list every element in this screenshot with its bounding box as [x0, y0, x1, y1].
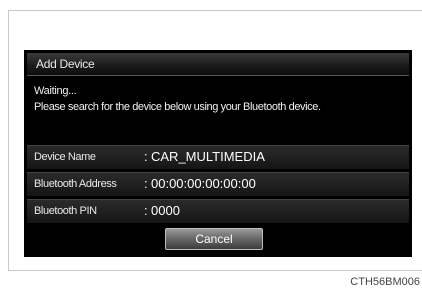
add-device-dialog: Add Device Waiting... Please search for …: [24, 50, 412, 257]
figure-code: CTH56BM006: [350, 276, 420, 288]
bluetooth-address-colon: :: [144, 176, 148, 191]
device-name-row: Device Name : CAR_MULTIMEDIA: [27, 145, 409, 169]
dialog-title: Add Device: [36, 57, 95, 71]
device-name-label: Device Name: [34, 151, 96, 163]
frame-top-line: [8, 10, 422, 11]
frame-bottom-line: [8, 270, 422, 271]
bluetooth-pin-row: Bluetooth PIN : 0000: [27, 199, 409, 223]
device-name-colon: :: [144, 149, 148, 164]
status-message: Waiting...: [34, 85, 77, 97]
bluetooth-pin-colon: :: [144, 203, 148, 218]
bluetooth-pin-value: 0000: [151, 203, 180, 218]
bluetooth-address-value: 00:00:00:00:00:00: [151, 176, 256, 191]
bluetooth-pin-label: Bluetooth PIN: [34, 205, 97, 217]
device-name-value: CAR_MULTIMEDIA: [151, 149, 265, 164]
bluetooth-address-row: Bluetooth Address : 00:00:00:00:00:00: [27, 172, 409, 196]
illustration-page: Add Device Waiting... Please search for …: [0, 0, 422, 293]
cancel-button[interactable]: Cancel: [165, 228, 263, 250]
dialog-title-bar: Add Device: [27, 53, 409, 76]
instruction-message: Please search for the device below using…: [34, 101, 321, 113]
bluetooth-address-label: Bluetooth Address: [34, 178, 117, 190]
frame-left-line: [8, 10, 9, 270]
